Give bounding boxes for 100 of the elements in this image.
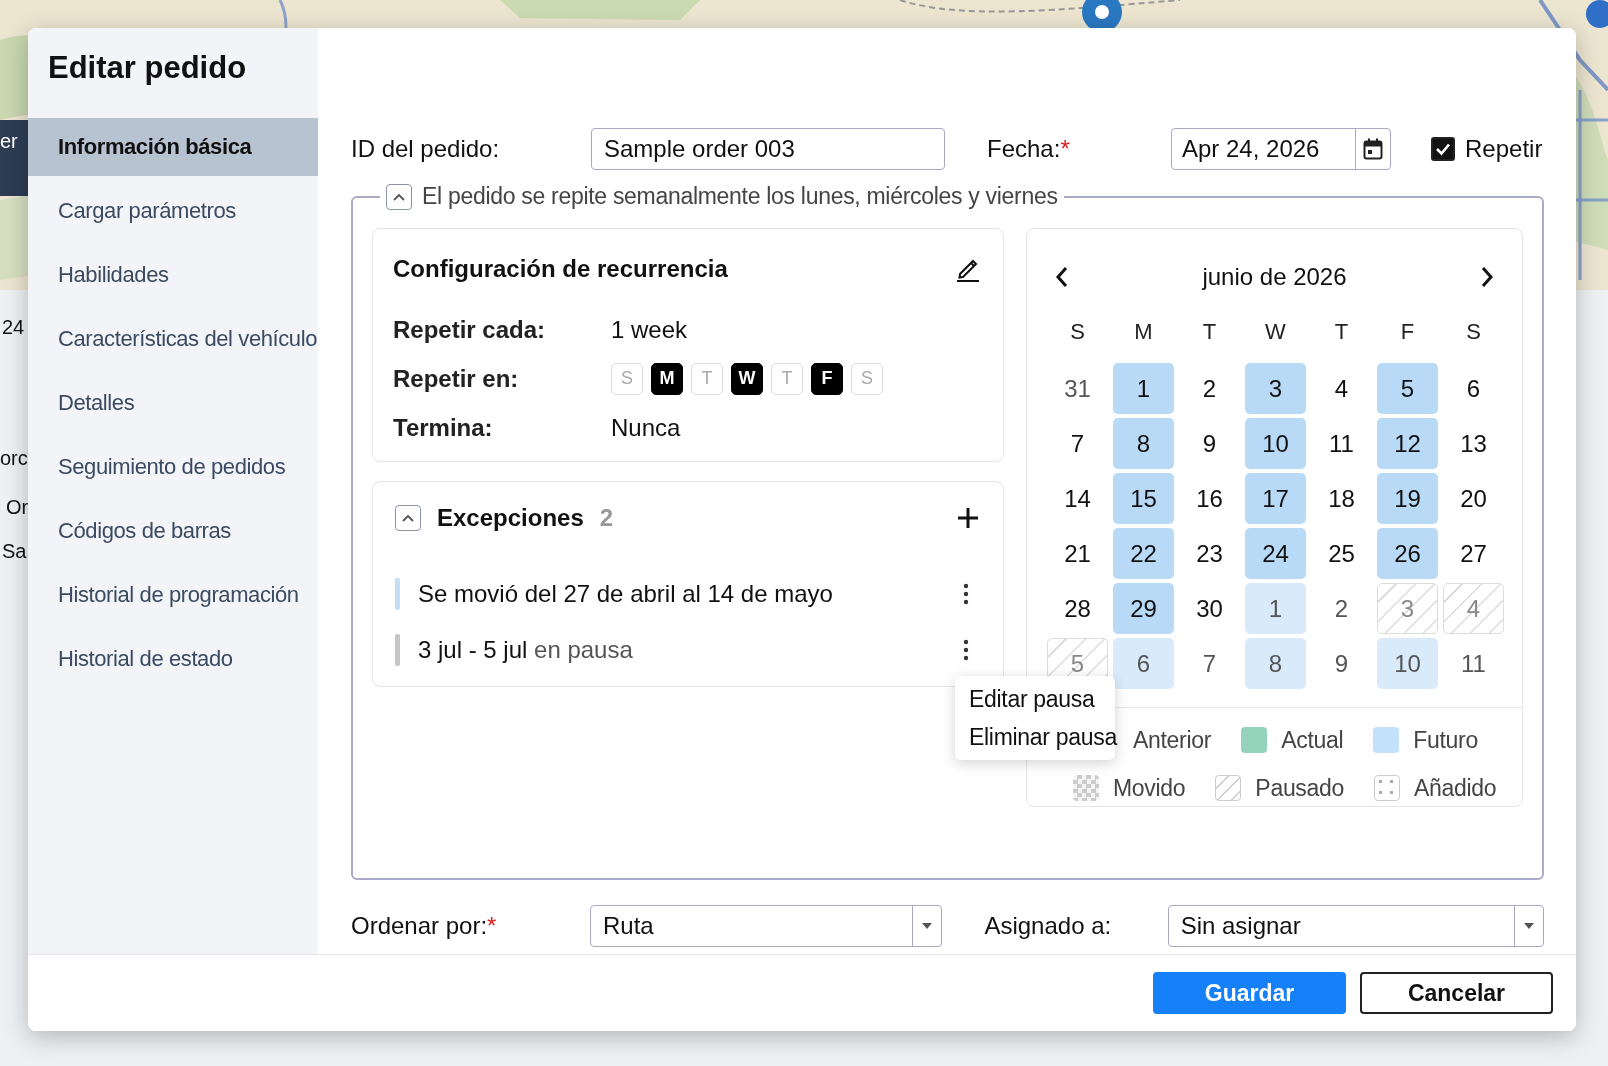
cancel-button[interactable]: Cancelar — [1360, 972, 1553, 1014]
calendar-day[interactable]: 22 — [1113, 528, 1174, 579]
weekday-label: T — [1333, 318, 1350, 346]
weekday-label: S — [1069, 318, 1086, 346]
field-label: Termina: — [393, 413, 494, 442]
weekday-label: M — [1133, 318, 1154, 346]
weekday-toggle[interactable]: F — [811, 362, 843, 395]
chevron-icon — [392, 191, 406, 202]
calendar-day[interactable]: 30 — [1179, 583, 1240, 634]
calendar-day[interactable]: 14 — [1047, 473, 1108, 524]
add-icon[interactable] — [957, 507, 979, 529]
calendar-day[interactable]: 3 — [1377, 583, 1438, 634]
calendar-day[interactable]: 9 — [1179, 418, 1240, 469]
caret-icon — [921, 922, 934, 930]
sidebar-item[interactable]: Habilidades — [28, 246, 318, 304]
calendar-day[interactable]: 16 — [1179, 473, 1240, 524]
sidebar-item[interactable]: Características del vehículo — [28, 310, 318, 368]
sidebar-item[interactable]: Historial de programación — [28, 566, 318, 624]
sidebar-item[interactable]: Códigos de barras — [28, 502, 318, 560]
calendar-day[interactable]: 9 — [1311, 638, 1372, 689]
next-month-icon[interactable] — [1480, 266, 1494, 288]
checkbox[interactable] — [1431, 137, 1455, 161]
calendar-day[interactable]: 13 — [1443, 418, 1504, 469]
field-label: Ordenar por: — [351, 912, 488, 940]
calendar-day[interactable]: 1 — [1113, 363, 1174, 414]
dialog-title: Editar pedido — [48, 49, 248, 87]
background-text: Sa — [2, 540, 27, 563]
calendar-day[interactable]: 25 — [1311, 528, 1372, 579]
calendar-day[interactable]: 15 — [1113, 473, 1174, 524]
background-text: 24 — [2, 316, 25, 339]
calendar-day[interactable]: 27 — [1443, 528, 1504, 579]
exception-count: 2 — [599, 504, 614, 532]
weekday-label: S — [1465, 318, 1482, 346]
card-title: Excepciones — [437, 504, 584, 532]
legend-label: Futuro — [1413, 726, 1478, 754]
date-field[interactable]: Apr 24, 2026 — [1171, 128, 1391, 170]
calendar-day[interactable]: 31 — [1047, 363, 1108, 414]
save-button[interactable]: Guardar — [1153, 972, 1346, 1014]
legend-label: Anterior — [1133, 726, 1212, 754]
weekday-label: T — [1201, 318, 1218, 346]
calendar-day[interactable]: 5 — [1377, 363, 1438, 414]
sidebar-item[interactable]: Información básica — [28, 118, 318, 176]
calendar-day[interactable]: 3 — [1245, 363, 1306, 414]
legend-label: Actual — [1281, 726, 1344, 754]
background-text: er — [0, 130, 18, 153]
checkbox-label: Repetir — [1465, 135, 1543, 163]
sidebar-item[interactable]: Historial de estado — [28, 630, 318, 688]
field-label: Repetir cada: — [393, 315, 547, 344]
collapse-toggle[interactable] — [386, 183, 412, 210]
calendar-day[interactable]: 10 — [1245, 418, 1306, 469]
calendar-day[interactable]: 23 — [1179, 528, 1240, 579]
calendar-day[interactable]: 7 — [1179, 638, 1240, 689]
calendar-day[interactable]: 8 — [1245, 638, 1306, 689]
calendar-day[interactable]: 11 — [1443, 638, 1504, 689]
calendar-day[interactable]: 28 — [1047, 583, 1108, 634]
sidebar-item[interactable]: Seguimiento de pedidos — [28, 438, 318, 496]
calendar-day[interactable]: 17 — [1245, 473, 1306, 524]
legend-label: Pausado — [1255, 774, 1345, 802]
calendar-day[interactable]: 19 — [1377, 473, 1438, 524]
collapse-toggle[interactable] — [395, 505, 421, 531]
calendar-day[interactable]: 20 — [1443, 473, 1504, 524]
calendar-day[interactable]: 4 — [1443, 583, 1504, 634]
required-mark: * — [1060, 135, 1070, 163]
field-label: Fecha: — [987, 135, 1061, 163]
calendar-day[interactable]: 21 — [1047, 528, 1108, 579]
more-icon[interactable] — [963, 639, 969, 661]
calendar-day[interactable]: 10 — [1377, 638, 1438, 689]
dropdown[interactable]: Sin asignar — [1167, 905, 1544, 947]
calendar-day[interactable]: 4 — [1311, 363, 1372, 414]
sidebar-item[interactable]: Cargar parámetros — [28, 182, 318, 240]
calendar-day[interactable]: 6 — [1113, 638, 1174, 689]
calendar-day[interactable]: 18 — [1311, 473, 1372, 524]
legend-label: Añadido — [1414, 774, 1497, 802]
required-mark: * — [487, 912, 497, 940]
calendar-day[interactable]: 26 — [1377, 528, 1438, 579]
exception-text: 3 jul - 5 jul en pausa — [418, 636, 633, 664]
calendar-day[interactable]: 6 — [1443, 363, 1504, 414]
calendar-day[interactable]: 7 — [1047, 418, 1108, 469]
input-field[interactable]: Sample order 003 — [591, 128, 945, 170]
calendar-day[interactable]: 2 — [1179, 363, 1240, 414]
calendar-day[interactable]: 29 — [1113, 583, 1174, 634]
more-icon[interactable] — [963, 583, 969, 605]
calendar-day[interactable]: 12 — [1377, 418, 1438, 469]
calendar-day[interactable]: 2 — [1311, 583, 1372, 634]
calendar-day[interactable]: 1 — [1245, 583, 1306, 634]
previous-month-icon[interactable] — [1055, 266, 1069, 288]
calendar-day[interactable]: 11 — [1311, 418, 1372, 469]
weekday-toggle[interactable]: M — [651, 362, 683, 395]
caret-icon — [1523, 922, 1535, 930]
dropdown[interactable]: Ruta — [589, 905, 943, 947]
field-label: Repetir en: — [393, 364, 520, 393]
recurrence-summary: El pedido se repite semanalmente los lunes, miércoles y viernes — [422, 183, 1058, 210]
weekday-label: W — [1264, 318, 1287, 346]
weekday-toggle[interactable]: W — [731, 362, 763, 395]
calendar-day[interactable]: 8 — [1113, 418, 1174, 469]
background-text: orc — [0, 447, 28, 470]
calendar-day[interactable]: 24 — [1245, 528, 1306, 579]
sidebar-item[interactable]: Detalles — [28, 374, 318, 432]
background-text: Or — [6, 496, 29, 519]
weekday-label: F — [1399, 318, 1416, 346]
